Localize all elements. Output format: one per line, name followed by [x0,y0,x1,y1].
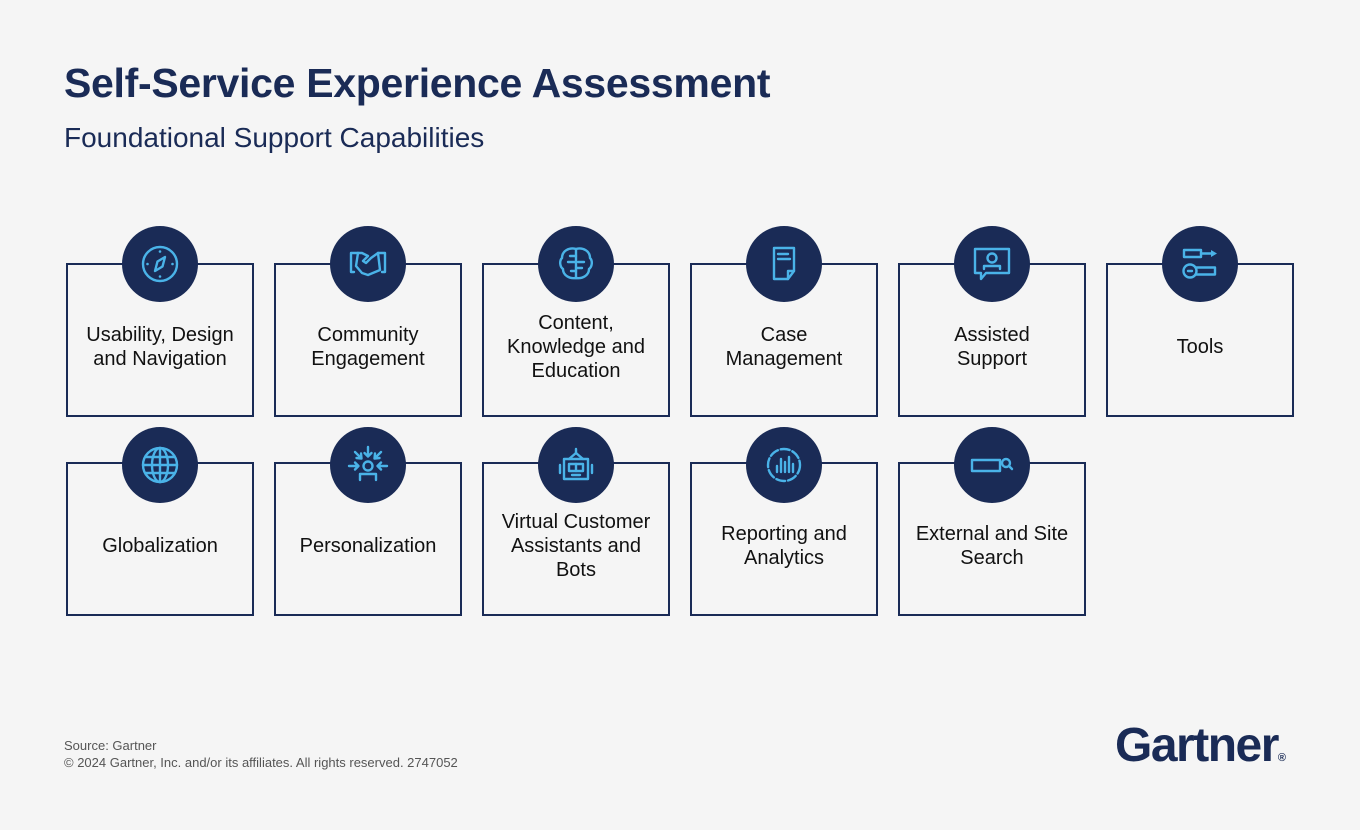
copyright-text: © 2024 Gartner, Inc. and/or its affiliat… [64,755,458,770]
page-subtitle: Foundational Support Capabilities [64,122,485,153]
registered-mark: ® [1277,752,1286,764]
document-icon [746,226,822,302]
source-text: Source: Gartner [64,738,157,753]
tools-icon [1162,226,1238,302]
person-focus-icon [330,427,406,503]
brain-icon [538,226,614,302]
chat-person-icon [954,226,1030,302]
logo-text: Gartner [1115,719,1279,772]
page-title: Self-Service Experience Assessment [64,60,771,106]
handshake-icon [330,226,406,302]
robot-icon [538,427,614,503]
analytics-icon [746,427,822,503]
globe-icon [122,427,198,503]
search-bar-icon [954,427,1030,503]
footer: Source: Gartner © 2024 Gartner, Inc. and… [64,737,458,771]
compass-icon [122,226,198,302]
gartner-logo: Gartner® [1115,718,1286,773]
